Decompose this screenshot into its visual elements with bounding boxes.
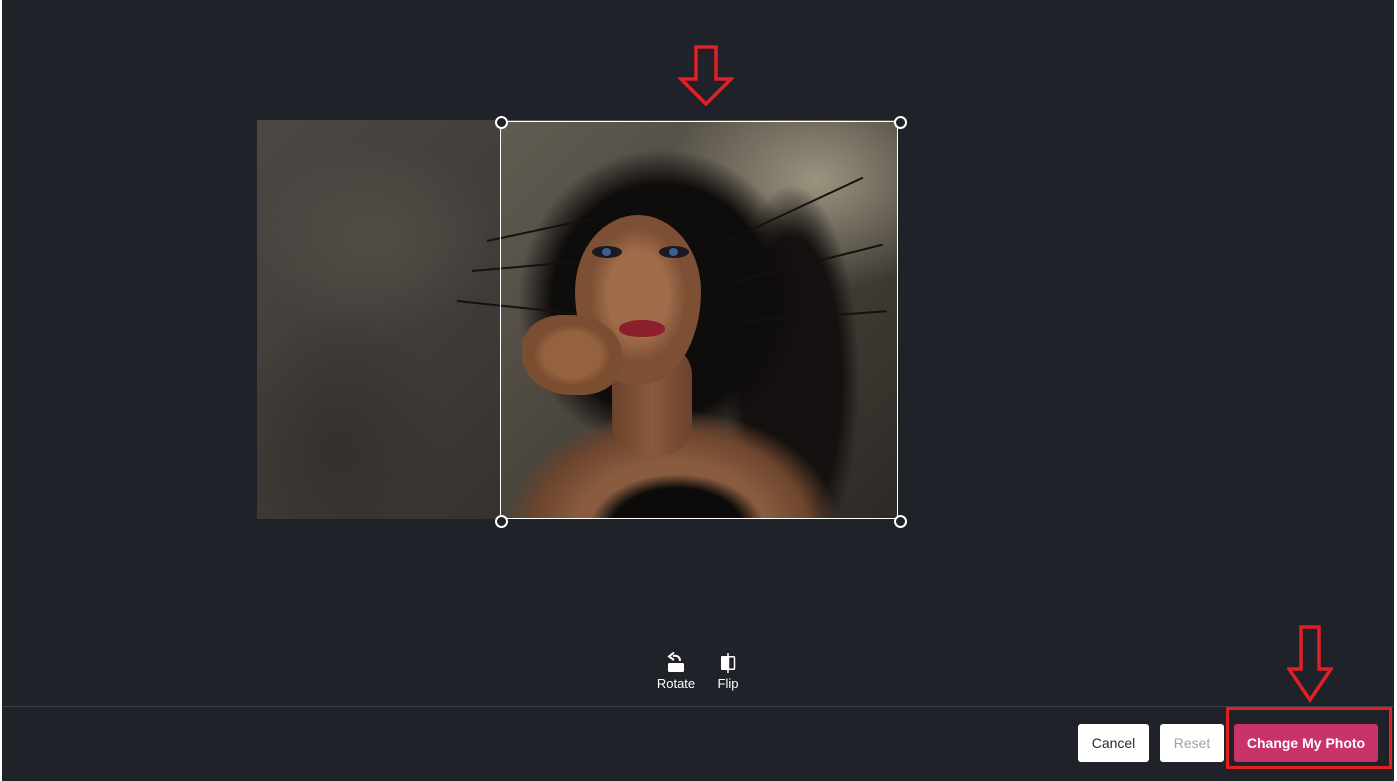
cancel-button[interactable]: Cancel	[1078, 724, 1149, 762]
down-arrow-icon	[1287, 625, 1333, 703]
annotation-highlight-box	[1226, 707, 1392, 769]
flip-horizontal-icon	[721, 653, 736, 673]
crop-dim-overlay	[257, 120, 500, 519]
down-arrow-icon	[678, 45, 734, 107]
flip-label: Flip	[717, 676, 739, 691]
crop-selection[interactable]	[500, 121, 898, 519]
left-edge	[0, 0, 2, 781]
rotate-button[interactable]: Rotate	[655, 652, 697, 691]
rotate-label: Rotate	[656, 676, 696, 691]
crop-handle-bottom-left[interactable]	[495, 515, 508, 528]
rotate-left-icon	[667, 652, 684, 672]
crop-handle-bottom-right[interactable]	[894, 515, 907, 528]
crop-handle-top-right[interactable]	[894, 116, 907, 129]
footer-divider	[2, 706, 1394, 707]
crop-handle-top-left[interactable]	[495, 116, 508, 129]
flip-button[interactable]: Flip	[715, 652, 741, 691]
reset-button[interactable]: Reset	[1160, 724, 1224, 762]
